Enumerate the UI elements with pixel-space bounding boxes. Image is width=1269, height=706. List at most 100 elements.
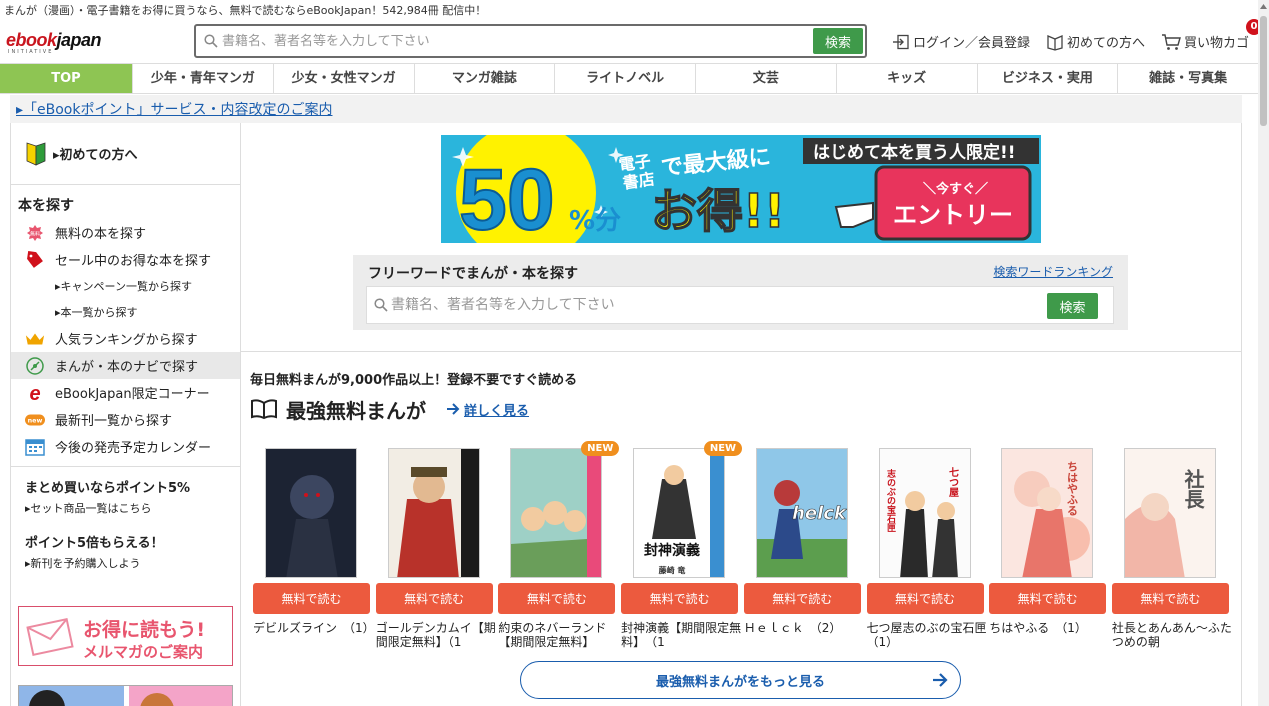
nav-tab-8[interactable]: 雑誌・写真集 [1118,64,1258,93]
book-title-link[interactable]: ゴールデンカムイ【期間限定無料】（1 [376,621,500,649]
cover-title-text: 志のぶの宝石匣 [885,468,897,532]
nav-tab-7[interactable]: ビジネス・実用 [978,64,1119,93]
sale-tag-icon [25,250,45,270]
sidebar-item-label: まんが・本のナビで探す [55,360,199,375]
book-cover[interactable]: 社長 [1123,448,1216,578]
sidebar-item-label: 今後の発売予定カレンダー [55,441,212,456]
sidebar-item-new-badge[interactable]: new 最新刊一覧から探す [11,406,240,433]
nav-tab-6[interactable]: キッズ [837,64,978,93]
cover-title-text: ちはやふる [1066,461,1079,517]
freeword-search-button[interactable]: 検索 [1047,293,1098,319]
book-title-link[interactable]: デビルズライン （1） [253,621,377,635]
book-title-link[interactable]: 約束のネバーランド【期間限定無料】 [498,621,622,649]
book-cover[interactable]: helck [755,448,848,578]
svg-text:new: new [28,417,43,424]
ebookjapan-e-icon: e [25,383,45,403]
nav-tab-4[interactable]: ライトノベル [555,64,696,93]
book-title-link[interactable]: Ｈｅｌｃｋ （2） [744,621,868,635]
freeword-search-panel: フリーワードでまんが・本を探す 検索ワードランキング 検索 [353,255,1128,330]
login-icon [892,34,909,49]
sidebar-item-label: 最新刊一覧から探す [55,414,173,429]
arrow-right-icon [447,403,460,415]
sidebar-beginner[interactable]: ▸初めての方へ [11,123,240,185]
sidebar-bulk-point-title: まとめ買いならポイント5% [25,481,191,496]
sidebar-item-label: セール中のお得な本を探す [55,254,212,269]
freeword-search-box: 検索 [366,286,1114,324]
book-cover[interactable] [510,448,603,578]
new-badge: NEW [703,441,743,456]
book-cover[interactable]: ちはやふる [1001,448,1094,578]
read-free-button[interactable]: 無料で読む [253,583,370,614]
search-icon [204,33,218,52]
nav-tab-2[interactable]: 少女・女性マンガ [274,64,415,93]
mailmagazine-banner[interactable]: お得に読もう! メルマガのご案内 [18,606,233,666]
page-scrollbar[interactable] [1258,0,1269,706]
nav-tab-0[interactable]: TOP [0,64,133,93]
beginner-link[interactable]: 初めての方へ [1046,32,1145,51]
new-badge-icon: new [25,410,45,430]
mailmagazine-title: お得に読もう! [83,619,206,641]
first-purchase-promo-banner[interactable]: 50 %分 電子 書店 で最大級に お得!! はじめて本を買う人限定!! ＼今す… [441,135,1041,243]
point-service-notice-link[interactable]: ▸「eBookポイント」サービス・内容改定のご案内 [16,99,332,119]
header-search-button[interactable]: 検索 [813,28,863,54]
free-manga-section-title: 最強無料まんが [286,398,426,423]
main-navigation: TOP 少年・青年マンガ 少女・女性マンガ マンガ雑誌 ライトノベル 文芸 キッズ ビジネス・… [0,63,1258,94]
search-ranking-link[interactable]: 検索ワードランキング [993,263,1113,280]
sidebar-subitem-1[interactable]: ▸本一覧から探す [11,299,240,325]
book-title-link[interactable]: 社長とあんあん～ふたつめの朝 [1112,621,1236,649]
free-icon: 無料 [25,223,45,243]
login-link-label: ログイン／会員登録 [912,36,1030,51]
scroll-up-arrow-icon[interactable] [1258,0,1269,14]
crown-icon [25,329,45,349]
book-cover[interactable]: 七つ屋 志のぶの宝石匣 [878,448,971,578]
navi-icon [25,356,45,376]
character-banner[interactable] [18,685,233,706]
nav-tab-5[interactable]: 文芸 [696,64,837,93]
details-link-label: 詳しく見る [464,403,530,419]
sidebar-item-calendar[interactable]: 今後の発売予定カレンダー [11,433,240,460]
freeword-search-input[interactable] [391,293,1051,317]
sidebar-item-sale-tag[interactable]: セール中のお得な本を探す [11,246,240,273]
read-free-button[interactable]: 無料で読む [1111,583,1229,614]
scrollbar-thumb[interactable] [1260,16,1267,126]
more-free-manga-button[interactable]: 最強無料まんがをもっと見る [520,661,961,699]
site-tagline: まんが（漫画）・電子書籍をお得に買うなら、無料で読むならeBookJapan！5… [4,4,487,17]
more-free-manga-label: 最強無料まんがをもっと見る [655,674,825,690]
book-cover[interactable] [387,448,480,578]
nav-tab-1[interactable]: 少年・青年マンガ [133,64,274,93]
sidebar-beginner-label: ▸初めての方へ [53,148,138,163]
sidebar-set-link[interactable]: ▸セット商品一覧はこちら [11,496,240,516]
read-free-button[interactable]: 無料で読む [621,583,739,614]
envelope-icon [26,617,74,657]
book-title-link[interactable]: ちはやふる （1） [989,621,1113,635]
book-title-link[interactable]: 七つ屋志のぶの宝石匣 （1） [867,621,999,649]
book-cover[interactable] [265,448,357,578]
new-badge: NEW [581,441,620,456]
read-free-button[interactable]: 無料で読む [866,583,984,614]
sidebar-item-crown[interactable]: 人気ランキングから探す [11,325,240,352]
book-cover[interactable]: 封神演義 藤崎 竜 [633,448,726,578]
ebookjapan-logo[interactable]: ebookjapan INITIATIVE [6,30,151,55]
read-free-button[interactable]: 無料で読む [375,583,493,614]
sidebar-item-free[interactable]: 無料 無料の本を探す [11,219,240,246]
book-title-link[interactable]: 封神演義【期間限定無料】 （1 [621,621,745,649]
read-free-button[interactable]: 無料で読む [498,583,616,614]
details-link[interactable]: 詳しく見る [446,400,529,419]
sidebar-item-ebookjapan-e[interactable]: e eBookJapan限定コーナー [11,379,240,406]
login-link[interactable]: ログイン／会員登録 [892,32,1030,51]
sidebar-item-navi[interactable]: まんが・本のナビで探す [11,352,240,379]
sidebar-preorder-link[interactable]: ▸新刊を予約購入しよう [11,551,240,571]
promo-percent-label: %分 [569,206,621,236]
read-free-button[interactable]: 無料で読む [989,583,1107,614]
cover-title-text: 社長 [1181,468,1205,510]
promo-cta-small: ＼今すぐ／ [923,181,988,197]
nav-tab-3[interactable]: マンガ雑誌 [415,64,556,93]
sidebar-subitem-0[interactable]: ▸キャンペーン一覧から探す [11,273,240,299]
book-open-icon [1047,34,1063,51]
header-search-box: 検索 [194,24,867,58]
cart-icon [1161,33,1181,50]
cart-link[interactable]: 買い物カゴ 0 [1161,19,1262,51]
free-manga-list: 無料で読む デビルズライン （1） 無料で読む ゴールデンカムイ【期間限定無料】（1 N… [253,441,1232,655]
header-search-input[interactable] [222,30,802,52]
read-free-button[interactable]: 無料で読む [743,583,861,614]
